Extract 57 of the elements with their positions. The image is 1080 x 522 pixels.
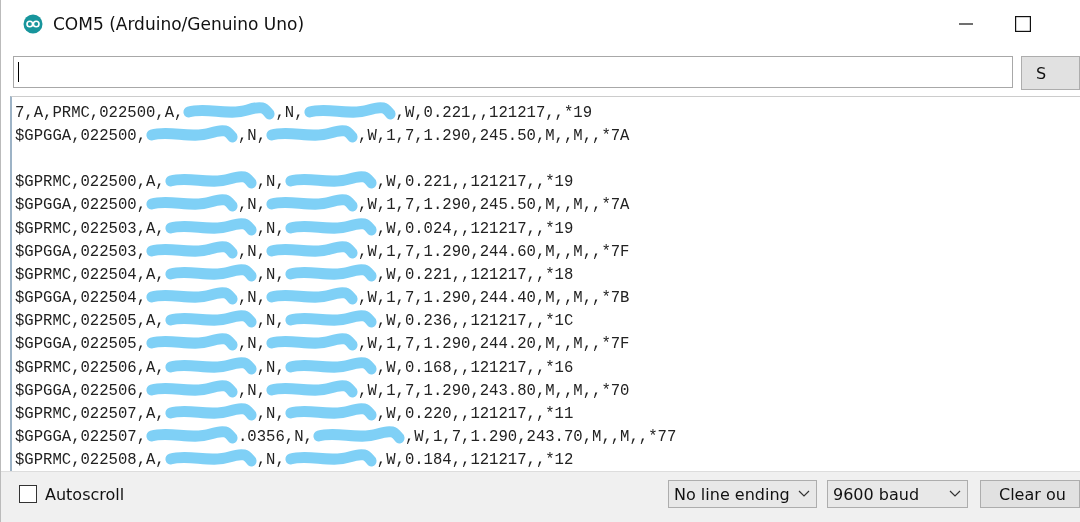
output-text: 7,A,PRMC,022500,A, [15, 103, 184, 122]
output-text: ,N, [256, 173, 285, 192]
output-text: $GPGGA,022505, [15, 335, 146, 354]
output-text: ,N, [238, 242, 267, 261]
output-text: $GPRMC,022508,A, [15, 451, 165, 470]
output-text: $GPGGA,022503, [15, 242, 146, 261]
output-text: ,W,1,7,1.290,243.70,M,,M,,*77 [404, 428, 677, 447]
output-text: ,W,0.184,,121217,,*12 [376, 451, 574, 470]
autoscroll-label: Autoscroll [45, 484, 125, 504]
output-text: ,N, [238, 196, 267, 215]
output-text: ,W,0.168,,121217,,*16 [376, 358, 574, 377]
send-button[interactable]: S [1021, 56, 1080, 90]
chevron-down-icon [949, 490, 961, 498]
output-text: ,N, [256, 312, 285, 331]
output-text: ,N, [256, 451, 285, 470]
autoscroll-checkbox[interactable] [19, 485, 37, 503]
output-text: $GPGGA,022507, [15, 428, 146, 447]
output-text: ,N, [256, 358, 285, 377]
output-text: $GPRMC,022506,A, [15, 358, 165, 377]
message-input-field[interactable] [13, 56, 1014, 88]
output-text: $GPGGA,022504, [15, 289, 146, 308]
output-text: ,W,1,7,1.290,245.50,M,,M,,*7A [358, 196, 630, 215]
output-text: ,W,1,7,1.290,244.40,M,,M,,*7B [358, 289, 630, 308]
output-text: $GPRMC,022505,A, [15, 312, 165, 331]
chevron-down-icon [798, 490, 810, 498]
output-text: ,N, [275, 103, 304, 122]
output-text: $GPGGA,022500, [15, 126, 146, 145]
output-text: ,W,0.220,,121217,,*11 [376, 405, 574, 424]
app-logo-icon [23, 13, 43, 34]
output-text: $GPRMC,022503,A, [15, 219, 165, 238]
output-text: $GPGGA,022500, [15, 196, 146, 215]
output-text: ,N, [256, 405, 285, 424]
clear-output-button[interactable]: Clear ou [980, 480, 1080, 508]
output-text: $GPRMC,022507,A, [15, 405, 165, 424]
output-text: ,N, [238, 381, 267, 400]
output-text: ,W,1,7,1.290,245.50,M,,M,,*7A [358, 126, 630, 145]
output-text: ,W,0.024,,121217,,*19 [376, 219, 574, 238]
output-text: ,N, [256, 219, 285, 238]
line-ending-dropdown[interactable]: No line ending [668, 480, 817, 508]
window-title: COM5 (Arduino/Genuino Uno) [53, 13, 304, 34]
output-text: ,W,1,7,1.290,244.20,M,,M,,*7F [358, 335, 630, 354]
output-text: ,W,0.221,,121217,,*18 [376, 265, 574, 284]
output-text: $GPRMC,022500,A, [15, 173, 165, 192]
output-text: ,W,1,7,1.290,243.80,M,,M,,*70 [358, 381, 630, 400]
output-text: ,W,0.221,,121217,,*19 [395, 103, 593, 122]
output-text: ,N, [238, 335, 267, 354]
maximize-icon[interactable] [1015, 15, 1031, 32]
baud-rate-dropdown[interactable]: 9600 baud [827, 480, 968, 508]
output-text: ,W,0.236,,121217,,*1C [376, 312, 574, 331]
output-text: ,N, [256, 265, 285, 284]
output-text: ,W,0.221,,121217,,*19 [376, 173, 574, 192]
output-text: $GPRMC,022504,A, [15, 265, 165, 284]
output-text: $GPGGA,022506, [15, 381, 146, 400]
output-text: ,N, [238, 126, 267, 145]
output-text: ,W,1,7,1.290,244.60,M,,M,,*7F [358, 242, 630, 261]
output-text: .0356,N, [238, 428, 313, 447]
output-text: ,N, [238, 289, 267, 308]
